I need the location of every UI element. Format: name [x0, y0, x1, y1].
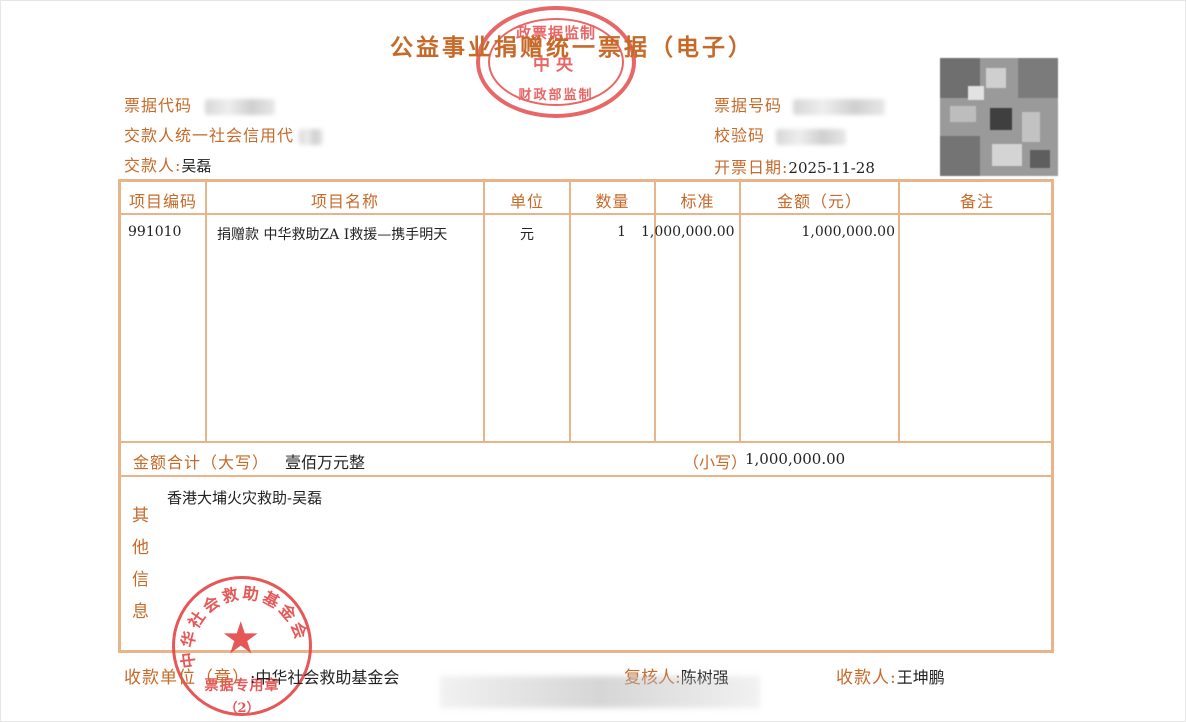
- supervision-stamp: 政票据监制 中央 财政部监制: [476, 6, 636, 118]
- header-item-name: 项目名称: [310, 192, 379, 211]
- issue-date-value: 2025-11-28: [788, 159, 875, 177]
- bill-code-row: 票据代码: [124, 92, 276, 116]
- header-quantity: 数量: [595, 192, 630, 211]
- bill-code-redacted: [205, 98, 276, 115]
- cashier-row: 收款人:王坤鹏: [836, 663, 945, 688]
- receipt-seal: 中华社会救助基金会 ★ 票据专用章 （2）: [172, 576, 312, 716]
- payee-unit-label: 收款单位（章）: [124, 668, 250, 688]
- payee-unit-row: 收款单位（章）:中华社会救助基金会: [124, 663, 399, 688]
- row-item-code: 991010: [128, 224, 182, 240]
- other-info-char: 信: [132, 570, 149, 590]
- other-info-char: 息: [132, 602, 149, 622]
- issue-date-label: 开票日期:: [714, 158, 789, 177]
- check-code-label: 校验码: [714, 126, 766, 145]
- row-amount: 1,000,000.00: [801, 224, 895, 240]
- row-unit: 元: [520, 227, 534, 243]
- payer-credit-redacted: [299, 128, 324, 145]
- stamp-text-bottom: 财政部监制: [518, 88, 594, 103]
- bill-number-row: 票据号码: [714, 92, 886, 116]
- payer-credit-row: 交款人统一社会信用代: [124, 122, 324, 146]
- header-note: 备注: [959, 192, 994, 211]
- cashier-label: 收款人:: [836, 668, 897, 688]
- total-upper-value: 壹佰万元整: [285, 453, 366, 472]
- seal-number: （2）: [224, 701, 260, 716]
- issue-date-row: 开票日期:2025-11-28: [714, 154, 875, 178]
- payer-value: 吴磊: [181, 157, 212, 175]
- payer-row: 交款人:吴磊: [124, 152, 211, 176]
- qr-code: [940, 58, 1058, 176]
- check-code-redacted: [776, 128, 847, 145]
- row-quantity: 1: [617, 224, 626, 240]
- check-code-row: 校验码: [714, 122, 847, 146]
- row-standard: 1,000,000.00: [641, 224, 735, 240]
- watermark-overlay: [440, 676, 760, 708]
- header-unit: 单位: [509, 192, 544, 211]
- payee-unit-value: :中华社会救助基金会: [250, 668, 400, 687]
- total-upper-label: 金额合计（大写）: [133, 453, 270, 472]
- bill-code-label: 票据代码: [124, 96, 193, 115]
- cashier-value: 王坤鹏: [896, 668, 945, 687]
- total-lower-label: （小写）: [683, 453, 748, 472]
- other-info-char: 其: [132, 506, 149, 526]
- header-amount: 金额（元）: [776, 192, 862, 211]
- payer-label: 交款人:: [124, 156, 182, 175]
- bill-number-label: 票据号码: [714, 96, 783, 115]
- document-title: 公益事业捐赠统一票据（电子）: [390, 34, 754, 61]
- other-info-value: 香港大埔火灾救助-吴磊: [167, 489, 323, 507]
- bill-number-redacted: [793, 98, 886, 115]
- payer-credit-label: 交款人统一社会信用代: [124, 126, 295, 145]
- total-lower-value: 1,000,000.00: [745, 450, 846, 468]
- other-info-char: 他: [132, 538, 149, 558]
- other-info-label: 其 他 信 息: [132, 500, 154, 628]
- header-standard: 标准: [680, 192, 715, 211]
- row-item-name: 捐赠款 中华救助ZA I救援—携手明天: [217, 227, 448, 243]
- star-icon: ★: [221, 613, 261, 664]
- header-item-code: 项目编码: [128, 192, 197, 211]
